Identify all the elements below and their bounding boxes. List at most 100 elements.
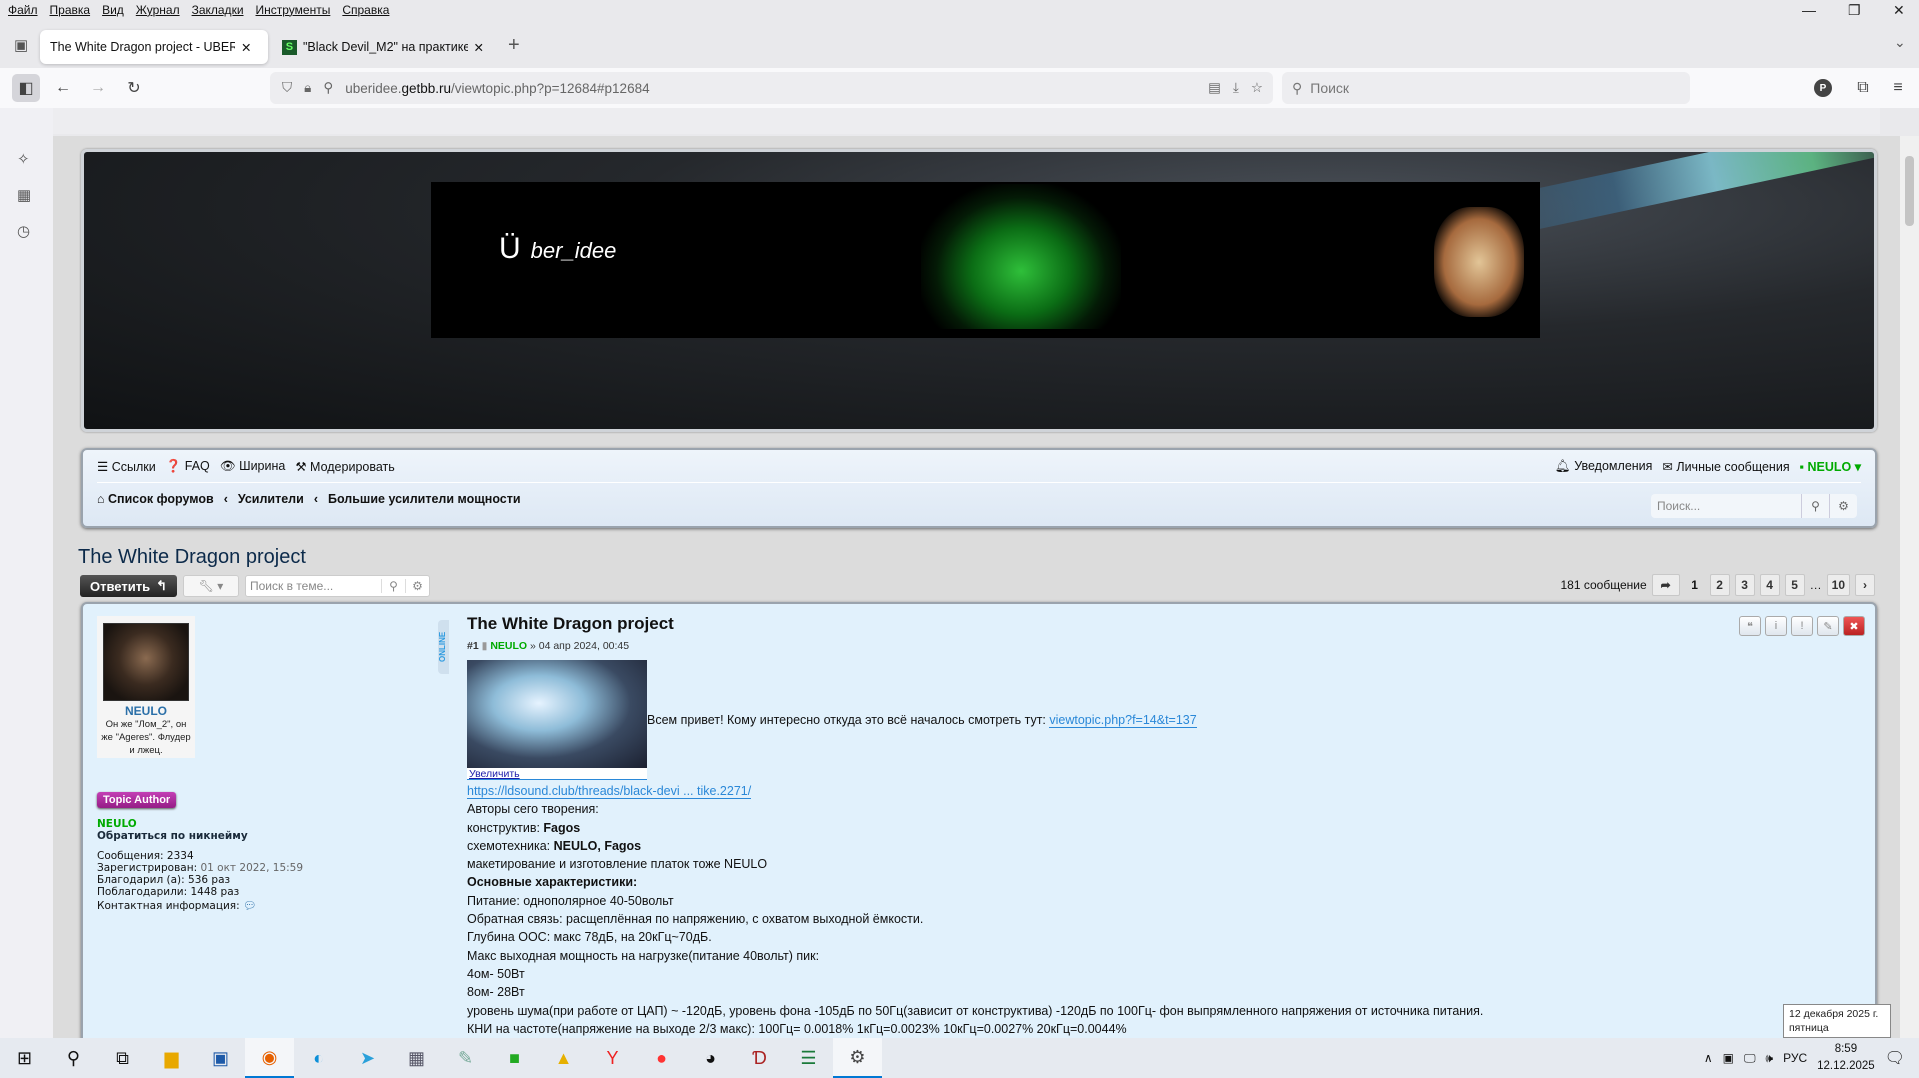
profile-username[interactable]: NEULO [97,704,195,718]
paint-icon[interactable]: ✎ [441,1038,490,1078]
post-file-icon[interactable]: ▮ [482,640,488,652]
bookmark-star-icon[interactable]: ☆ [1251,80,1263,96]
menu-view[interactable]: Вид [102,3,124,17]
volume-icon[interactable]: 🕪︎ [1766,1051,1774,1066]
nav-links[interactable]: ☰ Ссылки [97,459,156,474]
minimize-button[interactable]: — [1802,2,1816,18]
back-icon[interactable]: ← [50,76,76,100]
restore-button[interactable]: ❐ [1848,2,1861,19]
ldsound-link[interactable]: https://ldsound.club/threads/black-devi … [467,784,752,799]
language-indicator[interactable]: РУС [1783,1051,1807,1065]
reload-icon[interactable]: ↻ [121,76,147,100]
edit-icon[interactable]: ✎ [1817,616,1839,636]
crumb-big-amplifiers[interactable]: Большие усилители мощности [328,492,521,506]
store-icon[interactable]: ▣ [196,1038,245,1078]
enlarge-link[interactable]: Увеличить [469,768,520,780]
page-link[interactable]: 2 [1709,574,1730,596]
reader-view-icon[interactable]: ▤ [1208,80,1221,96]
new-tab-icon[interactable]: + [508,34,520,57]
menu-history[interactable]: Журнал [136,3,180,17]
page-title[interactable]: The White Dragon project [78,546,306,569]
network-icon[interactable]: 🖵︎ [1744,1051,1756,1066]
url-bar[interactable]: ⛉ 🔒︎ ⚲ uberidee.getbb.ru/viewtopic.php?p… [270,72,1273,104]
drive-icon[interactable]: ▲ [539,1038,588,1078]
page-link[interactable]: 5 [1784,574,1805,596]
meet-icon[interactable]: ▣ [1723,1051,1734,1065]
menu-bookmarks[interactable]: Закладки [192,3,244,17]
clock[interactable]: 8:59 12.12.2025 [1817,1041,1875,1075]
post-number[interactable]: #1 [467,640,479,652]
menu-edit[interactable]: Правка [50,3,91,17]
hamburger-menu-icon[interactable]: ≡ [1885,76,1911,100]
sidebar-toggle-icon[interactable]: ◧ [12,74,40,102]
save-page-icon[interactable]: ⤓ [1233,80,1239,96]
topic-tools-button[interactable]: 🔧︎ ▾ [182,575,239,597]
search-icon[interactable]: ⚲ [1801,494,1829,518]
crumb-forum-index[interactable]: ⌂ Список форумов [97,492,214,506]
nav-faq[interactable]: ❓ FAQ [166,459,210,474]
delete-icon[interactable]: ✖ [1843,616,1865,636]
nav-notifications[interactable]: 🔔︎ Уведомления [1555,459,1653,474]
shield-icon[interactable]: ⛉ [282,80,292,96]
yandex-browser-icon[interactable]: Y [588,1038,637,1078]
crumb-amplifiers[interactable]: Усилители [238,492,304,506]
banner-image[interactable]: Über_idee [431,182,1540,338]
edge-icon[interactable]: ◐ [294,1038,343,1078]
permissions-icon[interactable]: ⚲ [323,80,333,96]
menu-help[interactable]: Справка [342,3,389,17]
history-icon[interactable]: ◷ [17,222,30,240]
telegram-icon[interactable]: ➤ [343,1038,392,1078]
avatar[interactable] [103,623,189,701]
forward-icon[interactable]: → [85,76,111,100]
chevron-down-icon[interactable]: ⌄ [1894,34,1906,51]
task-view-icon[interactable]: ⧉ [98,1038,147,1078]
jump-to-page-icon[interactable]: ➦ [1651,574,1680,596]
page-link[interactable]: 3 [1734,574,1755,596]
synced-tabs-icon[interactable]: ▦ [17,186,31,204]
reply-button[interactable]: Ответить ↰ [80,575,177,597]
nav-private-messages[interactable]: ✉ Личные сообщения [1662,459,1789,474]
tab-black-devil[interactable]: S "Black Devil_M2" на практике | Л ✕ [272,30,494,64]
search-icon[interactable]: ⚲ [49,1038,98,1078]
close-window-button[interactable]: ✕ [1893,2,1905,19]
next-page-icon[interactable]: › [1855,574,1875,596]
menu-tools[interactable]: Инструменты [256,3,331,17]
yandex-icon[interactable]: ● [637,1038,686,1078]
forum-search-input[interactable]: Поиск... [1651,499,1801,513]
close-tab-icon[interactable]: ✕ [241,40,251,55]
gear-icon[interactable]: ⚙ [1829,494,1857,518]
calculator-icon[interactable]: ▦ [392,1038,441,1078]
gear-icon[interactable]: ⚙ [404,579,429,593]
post-title[interactable]: The White Dragon project [467,614,1857,634]
firefox-icon[interactable]: ◉ [245,1038,294,1078]
eye-app-icon[interactable]: ◕ [686,1038,735,1078]
tab-list-icon[interactable]: ▣ [14,36,28,54]
contact-by-nick[interactable]: Обратиться по никнейму [97,830,437,842]
user-menu[interactable]: ▪ NEULO ▾ [1800,459,1861,474]
tab-white-dragon[interactable]: The White Dragon project - UBER_IDEE ✕ [40,30,268,64]
dragon-image[interactable] [467,660,647,768]
ai-sparkle-icon[interactable]: ✧ [17,150,30,168]
nav-width[interactable]: 👁︎ Ширина [220,459,286,474]
info-icon[interactable]: i [1765,616,1787,636]
file-explorer-icon[interactable]: ▆ [147,1038,196,1078]
page-link[interactable]: 10 [1826,574,1850,596]
green-app-icon[interactable]: ■ [490,1038,539,1078]
start-icon[interactable]: ⊞ [0,1038,49,1078]
extensions-icon[interactable]: ⧉ [1850,76,1876,100]
browser-search-input[interactable]: ⚲ Поиск [1282,72,1690,104]
page-scrollbar[interactable] [1900,136,1919,1038]
speech-bubble-icon[interactable]: 💬︎ [243,900,256,912]
profile-icon[interactable]: P [1814,79,1832,97]
tray-chevron-icon[interactable]: ∧ [1704,1051,1713,1065]
page-link[interactable]: 4 [1759,574,1780,596]
lock-icon[interactable]: 🔒︎ [304,80,311,96]
menu-file[interactable]: Файл [8,3,38,17]
spreadsheet-icon[interactable]: ☰ [784,1038,833,1078]
quote-icon[interactable]: ❝ [1739,616,1761,636]
red-app-icon[interactable]: Ɗ [735,1038,784,1078]
report-icon[interactable]: ! [1791,616,1813,636]
notifications-icon[interactable]: 🗨︎ [1885,1048,1905,1068]
nav-moderate[interactable]: ⚒ Модерировать [295,459,394,474]
topic-search-input[interactable]: Поиск в теме... [246,579,381,593]
